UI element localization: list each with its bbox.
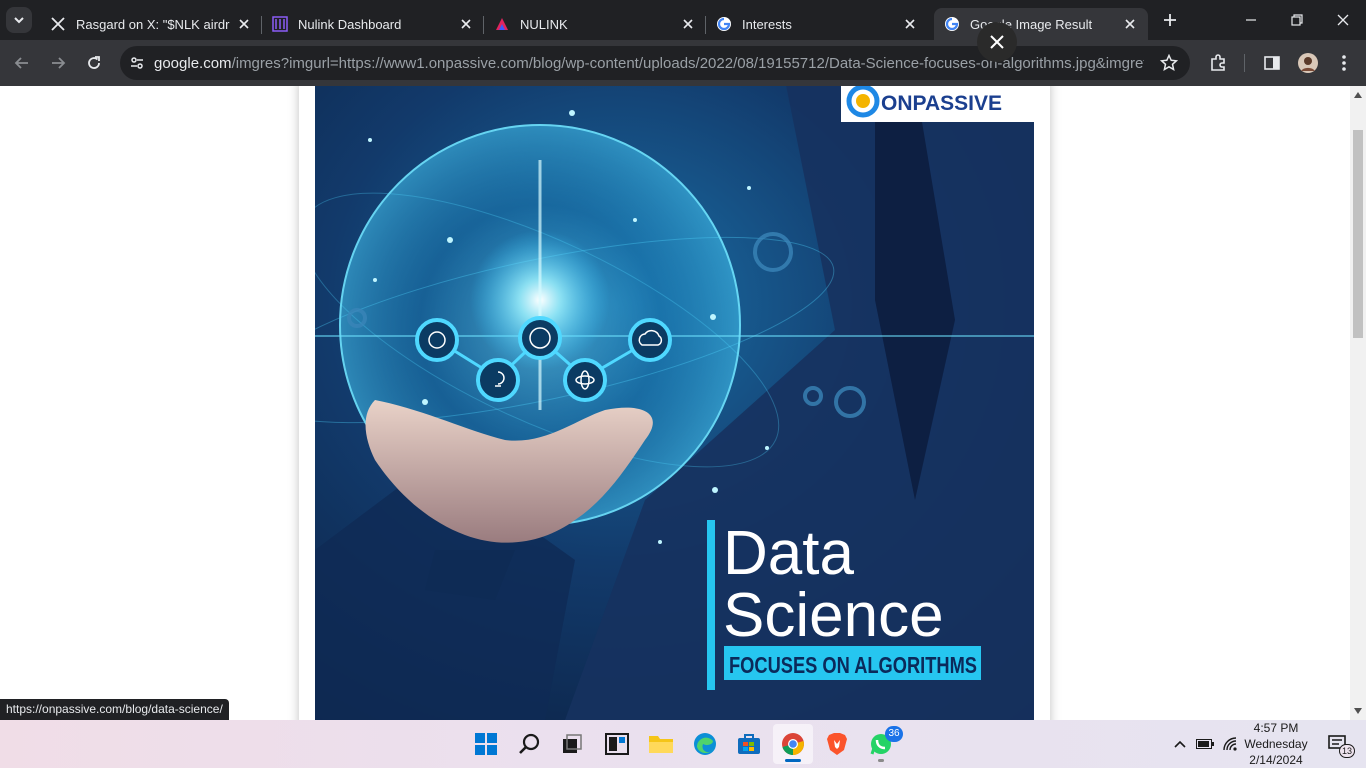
battery-icon [1196,739,1214,749]
battery-indicator[interactable] [1194,720,1216,768]
minimize-icon [1246,19,1256,21]
google-icon [716,16,732,32]
notification-count: 13 [1339,744,1355,758]
scroll-up-icon[interactable] [1354,92,1362,98]
close-icon[interactable] [458,16,474,32]
nulink-icon [494,16,510,32]
restore-icon [1291,14,1303,26]
brave-browser-button[interactable] [817,724,857,764]
new-tab-button[interactable] [1156,6,1184,34]
chevron-up-icon [1174,740,1186,748]
clock-day: Wednesday [1244,737,1308,751]
chrome-icon [782,733,804,755]
scroll-thumb[interactable] [1353,130,1363,338]
network-indicator[interactable] [1219,720,1241,768]
back-button[interactable] [4,45,40,81]
edge-browser-button[interactable] [685,724,725,764]
folder-icon [649,736,673,753]
file-explorer-button[interactable] [641,724,681,764]
clock-time: 4:57 PM [1253,721,1299,735]
menu-button[interactable] [1326,40,1362,86]
running-app-indicator [878,759,884,762]
system-clock[interactable]: 4:57 PM Wednesday 2/14/2024 [1240,720,1312,768]
tab-title: Nulink Dashboard [298,16,402,32]
address-bar[interactable]: google.com/imgres?imgurl=https://www1.on… [120,46,1190,80]
url-host: google.com [154,54,232,72]
tab-title: Interests [742,16,792,32]
image-preview-card: ONPASSIVE Data Science FOCUSES ON ALGORI… [299,86,1050,720]
tab-nulink[interactable]: NULINK [484,8,706,40]
brave-icon [827,733,847,755]
tab-search-button[interactable] [6,7,32,33]
scroll-down-icon[interactable] [1354,708,1362,714]
page-content: ONPASSIVE Data Science FOCUSES ON ALGORI… [0,86,1350,720]
task-view-icon [563,734,582,753]
search-icon [519,733,540,754]
chevron-down-icon [14,17,24,24]
side-panel-icon [1264,56,1280,70]
close-icon[interactable] [1122,16,1138,32]
active-app-indicator [785,759,801,762]
close-icon[interactable] [236,16,252,32]
close-icon[interactable] [902,16,918,32]
puzzle-icon [1211,54,1225,71]
vertical-scrollbar[interactable] [1350,86,1366,720]
forward-button[interactable] [40,45,76,81]
plus-icon [1164,14,1176,26]
close-icon[interactable] [680,16,696,32]
arrow-right-icon [52,57,66,69]
store-icon [738,734,760,754]
close-preview-button[interactable] [977,22,1017,62]
close-icon [1337,14,1349,26]
windows-taskbar: 36 4:57 PM Wednesday 2/14/2024 13 [0,720,1366,768]
avatar-icon [1298,53,1318,73]
arrow-left-icon [14,57,28,69]
bookmark-star-icon[interactable] [1159,53,1179,77]
onpassive-logo-text: ONPASSIVE [881,92,1002,115]
extensions-button[interactable] [1200,40,1236,86]
side-panel-button[interactable] [1254,40,1290,86]
reload-icon [88,56,100,69]
status-bar-link: https://onpassive.com/blog/data-science/ [0,699,229,720]
site-info-icon[interactable] [120,46,154,80]
widgets-button[interactable] [597,724,637,764]
notification-center-button[interactable]: 13 [1320,720,1356,768]
tab-interests[interactable]: Interests [706,8,928,40]
nulink-icon [272,16,288,32]
widgets-icon [605,733,629,755]
close-window-button[interactable] [1320,0,1366,40]
chrome-button[interactable] [773,724,813,764]
close-icon [990,35,1004,49]
reload-button[interactable] [76,45,112,81]
tab-title: NULINK [520,16,568,32]
task-view-button[interactable] [552,724,592,764]
edge-icon [694,733,716,755]
restore-button[interactable] [1274,0,1320,40]
minimize-button[interactable] [1228,0,1274,40]
tab-nulink-dashboard[interactable]: Nulink Dashboard [262,8,484,40]
whatsapp-unread-badge: 36 [885,726,903,742]
whatsapp-button[interactable]: 36 [861,724,903,764]
show-hidden-icons-button[interactable] [1170,720,1190,768]
google-icon [944,16,960,32]
data-science-image[interactable]: ONPASSIVE Data Science FOCUSES ON ALGORI… [315,86,1034,720]
x-logo-icon [50,16,66,32]
tab-strip: Rasgard on X: "$NLK airdrop Nulink Dashb… [0,0,1366,40]
clock-date: 2/14/2024 [1249,753,1303,767]
windows-start-button[interactable] [466,724,506,764]
tab-rasgard[interactable]: Rasgard on X: "$NLK airdrop [40,8,262,40]
headline-data: Data [723,519,854,588]
image-tagline: FOCUSES ON ALGORITHMS [729,652,977,678]
microsoft-store-button[interactable] [729,724,769,764]
profile-avatar[interactable] [1290,40,1326,86]
browser-toolbar: google.com/imgres?imgurl=https://www1.on… [0,40,1366,86]
more-vert-icon [1342,55,1346,71]
network-icon [1223,737,1237,751]
tab-title: Rasgard on X: "$NLK airdrop [76,16,230,32]
tab-google-image-result[interactable]: Google Image Result [934,8,1148,40]
taskbar-search-button[interactable] [510,724,550,764]
headline-science: Science [723,581,944,650]
windows-logo-icon [475,733,497,755]
